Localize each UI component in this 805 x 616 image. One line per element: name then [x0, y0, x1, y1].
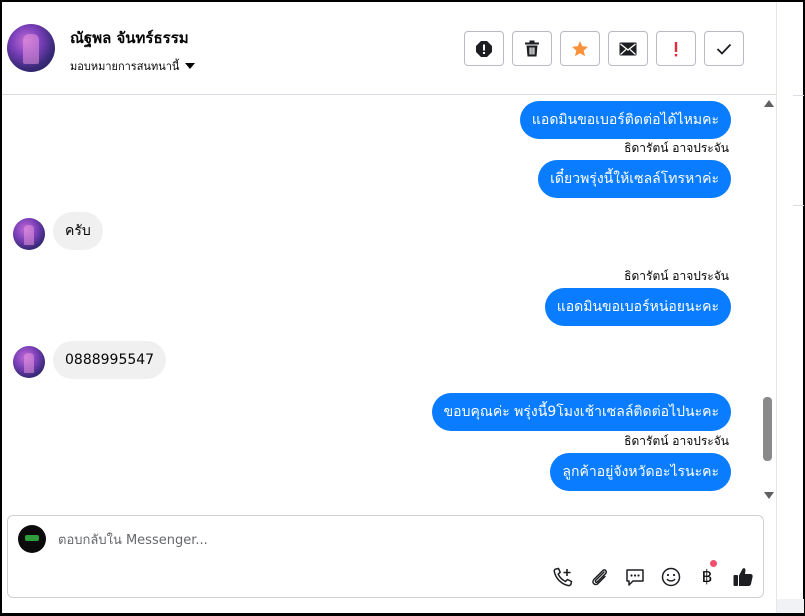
- saved-replies-button[interactable]: [622, 564, 648, 590]
- report-button[interactable]: [464, 31, 504, 66]
- chat-bubble-icon: [626, 569, 644, 586]
- scroll-thumb[interactable]: [763, 397, 772, 461]
- outgoing-message[interactable]: ลูกค้าอยู่จังหวัดอะไรนะคะ: [550, 453, 731, 491]
- message-list[interactable]: แอดมินขอเบอร์ติดต่อได้ไหมคะ ธิดารัตน์ อา…: [2, 96, 762, 506]
- star-icon: [572, 40, 588, 56]
- divider: [793, 95, 804, 96]
- contact-avatar[interactable]: [7, 24, 55, 72]
- delete-button[interactable]: [512, 31, 552, 66]
- incoming-message[interactable]: ครับ: [53, 212, 103, 250]
- spam-button[interactable]: [656, 31, 696, 66]
- exclamation-icon: [674, 41, 678, 56]
- scroll-down-arrow-icon[interactable]: [764, 492, 774, 499]
- mail-button[interactable]: [608, 31, 648, 66]
- incoming-message[interactable]: 0888995547: [53, 341, 167, 379]
- emoji-button[interactable]: [658, 564, 684, 590]
- conversation-panel: ณัฐพล จันทร์ธรรม มอบหมายการสนทนานี้ แอดม…: [2, 2, 776, 613]
- envelope-icon: [619, 42, 637, 55]
- outgoing-message[interactable]: แอดมินขอเบอร์ติดต่อได้ไหมคะ: [519, 101, 731, 139]
- check-icon: [716, 43, 732, 55]
- outgoing-message[interactable]: แอดมินขอเบอร์หน่อยนะคะ: [544, 288, 731, 326]
- attach-button[interactable]: [586, 564, 612, 590]
- alert-circle-icon: [476, 40, 492, 57]
- like-button[interactable]: [730, 564, 756, 590]
- divider: [793, 205, 804, 206]
- contact-name[interactable]: ณัฐพล จันทร์ธรรม: [70, 26, 189, 50]
- side-panel-edge: [776, 2, 804, 613]
- assign-conversation-label: มอบหมายการสนทนานี้: [70, 60, 180, 73]
- thumbs-up-icon: [733, 568, 753, 586]
- paperclip-icon: [592, 569, 607, 586]
- smiley-icon: [661, 567, 681, 587]
- payment-button[interactable]: ฿: [694, 560, 720, 590]
- divider: [777, 599, 804, 613]
- contact-avatar-small: [13, 218, 45, 250]
- assign-conversation-dropdown[interactable]: มอบหมายการสนทนานี้: [70, 57, 196, 75]
- conversation-header: ณัฐพล จันทร์ธรรม มอบหมายการสนทนานี้: [2, 2, 776, 95]
- sender-label: ธิดารัตน์ อาจประจัน: [624, 269, 729, 283]
- star-button[interactable]: [560, 31, 600, 66]
- contact-avatar-small: [13, 346, 45, 378]
- mark-done-button[interactable]: [704, 31, 744, 66]
- notification-dot: [710, 560, 717, 567]
- phone-plus-icon: [553, 567, 573, 587]
- reply-input[interactable]: [58, 529, 658, 551]
- baht-icon: ฿: [701, 567, 713, 587]
- outgoing-message[interactable]: ขอบคุณค่ะ พรุ่งนี้9โมงเช้าเซลล์ติดต่อไปน…: [431, 393, 731, 431]
- page-avatar: [18, 525, 46, 553]
- caret-down-icon: [185, 63, 196, 69]
- call-button[interactable]: [550, 564, 576, 590]
- message-scrollbar[interactable]: [762, 96, 776, 506]
- reply-composer: ฿: [7, 515, 764, 598]
- outgoing-message[interactable]: เดี๋ยวพรุ่งนี้ให้เซลล์โทรหาค่ะ: [538, 160, 731, 198]
- sender-label: ธิดารัตน์ อาจประจัน: [624, 434, 729, 448]
- scroll-up-arrow-icon[interactable]: [764, 100, 774, 107]
- sender-label: ธิดารัตน์ อาจประจัน: [624, 141, 729, 155]
- trash-icon: [525, 40, 539, 57]
